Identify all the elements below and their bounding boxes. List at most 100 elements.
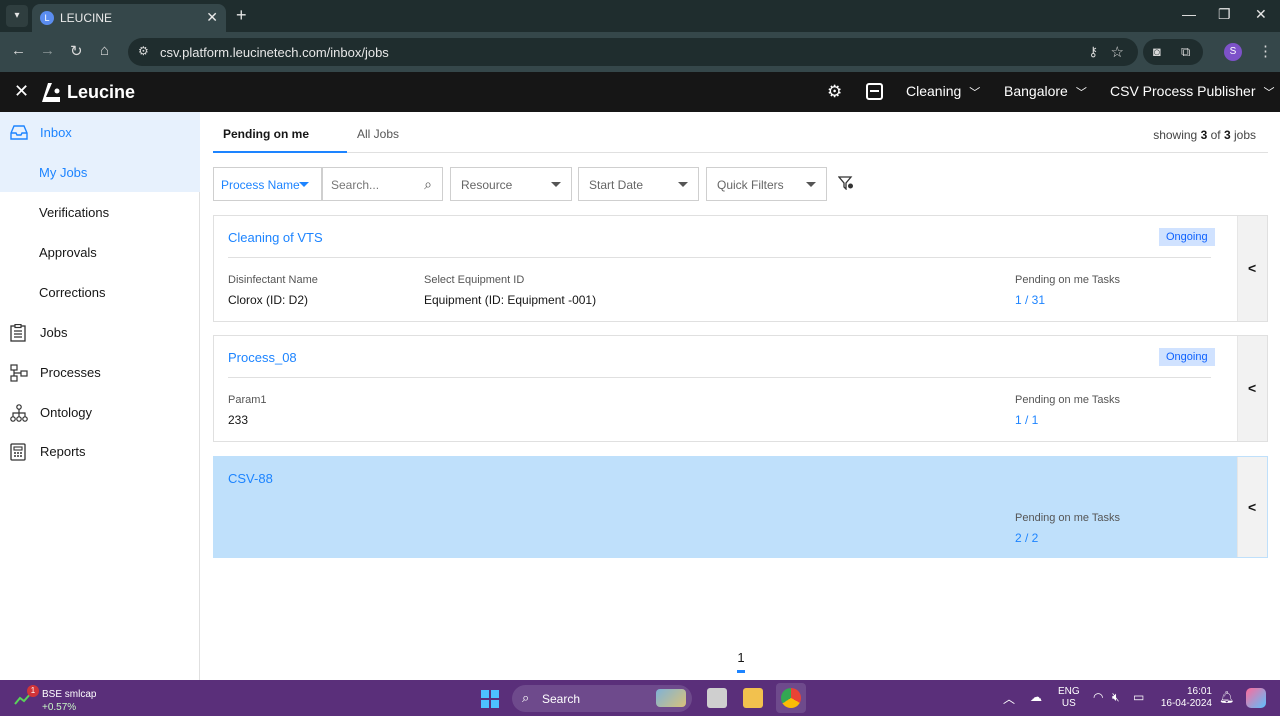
job-name-link[interactable]: Process_08	[228, 350, 297, 365]
sidebar-item-reports[interactable]: Reports	[0, 431, 200, 471]
expand-panel-button[interactable]: <	[1237, 336, 1267, 441]
active-tab-indicator	[213, 151, 347, 153]
sidebar-item-label: My Jobs	[39, 165, 88, 180]
pending-tasks-label: Pending on me Tasks	[1015, 512, 1120, 524]
calculator-report-icon	[10, 443, 28, 461]
sidebar-item-processes[interactable]: Processes	[0, 352, 200, 392]
job-card[interactable]: Cleaning of VTS Ongoing Disinfectant Nam…	[213, 215, 1268, 322]
speaker-muted-icon[interactable]: 🔇︎	[1112, 690, 1120, 705]
pending-tasks-value[interactable]: 1 / 1	[1015, 413, 1038, 427]
parameter-label: Param1	[228, 394, 267, 406]
tab-close-icon[interactable]: ✕	[206, 9, 218, 26]
browser-menu-icon[interactable]: ⋮	[1258, 42, 1273, 60]
job-card-selected[interactable]: CSV-88 Pending on me Tasks 2 / 2 <	[213, 456, 1268, 558]
search-input[interactable]: Search... ⌕	[322, 167, 443, 201]
copilot-icon[interactable]	[1246, 688, 1266, 708]
sidebar-item-approvals[interactable]: Approvals	[0, 232, 200, 272]
close-icon[interactable]: ✕	[14, 81, 29, 102]
card-divider	[228, 377, 1211, 378]
caret-down-icon	[806, 182, 816, 187]
sidebar-item-label: Inbox	[40, 125, 72, 140]
taskbar-search[interactable]: ⌕ Search	[512, 685, 692, 712]
job-card[interactable]: Process_08 Ongoing Param1 233 Pending on…	[213, 335, 1268, 442]
facility-dropdown[interactable]: Bangalore ﹀	[1004, 83, 1087, 100]
parameter-value: 233	[228, 413, 249, 427]
sidebar-item-corrections[interactable]: Corrections	[0, 272, 200, 312]
results-count-of: of	[1210, 128, 1221, 142]
sidebar-item-my-jobs[interactable]: My Jobs	[0, 152, 200, 192]
sidebar-item-ontology[interactable]: Ontology	[0, 392, 200, 432]
input-language[interactable]: ENG US	[1058, 686, 1080, 710]
quick-filters-select[interactable]: Quick Filters	[706, 167, 827, 201]
sidebar-item-verifications[interactable]: Verifications	[0, 192, 200, 232]
notification-count-badge: 1	[27, 685, 39, 697]
tab-pending-on-me[interactable]: Pending on me	[223, 127, 309, 141]
results-count-suffix: jobs	[1233, 128, 1256, 142]
filter-settings-icon[interactable]	[837, 176, 854, 193]
file-explorer-icon[interactable]	[743, 688, 763, 708]
job-name-link[interactable]: CSV-88	[228, 471, 273, 486]
profile-avatar[interactable]: S	[1224, 43, 1242, 61]
chevron-left-icon: <	[1248, 499, 1257, 515]
url-text[interactable]: csv.platform.leucinetech.com/inbox/jobs	[160, 45, 389, 60]
sidebar-item-inbox[interactable]: Inbox	[0, 112, 200, 152]
weather-cloud-icon[interactable]: ☁	[1030, 690, 1042, 704]
hierarchy-icon	[10, 404, 28, 422]
pending-tasks-value[interactable]: 2 / 2	[1015, 531, 1038, 545]
parameter-value: Clorox (ID: D2)	[228, 293, 309, 307]
resource-select[interactable]: Resource	[450, 167, 572, 201]
quick-filters-select-label: Quick Filters	[717, 178, 784, 192]
system-clock[interactable]: 16:01 16-04-2024	[1160, 686, 1212, 710]
reload-icon[interactable]: ↻	[70, 42, 83, 60]
results-count: showing 3 of 3 jobs	[1153, 128, 1256, 142]
restore-icon[interactable]: ❐	[1218, 6, 1231, 23]
windows-start-icon[interactable]	[481, 690, 499, 708]
pagination-page[interactable]: 1	[737, 650, 745, 665]
start-date-select[interactable]: Start Date	[578, 167, 699, 201]
job-name-link[interactable]: Cleaning of VTS	[228, 230, 323, 245]
caret-down-icon	[299, 182, 309, 187]
window-close-icon[interactable]: ✕	[1255, 6, 1267, 23]
address-bar[interactable]: ⚙ csv.platform.leucinetech.com/inbox/job…	[128, 38, 1138, 66]
password-key-icon[interactable]: ⚷	[1088, 44, 1098, 60]
scan-icon[interactable]	[866, 83, 883, 100]
sidebar: Inbox My Jobs Verifications Approvals Co…	[0, 112, 200, 680]
chevron-up-icon[interactable]: ︿	[1003, 690, 1015, 707]
expand-panel-button[interactable]: <	[1237, 216, 1267, 321]
tab-search-icon[interactable]: ▾	[6, 5, 28, 27]
chrome-icon[interactable]	[781, 688, 801, 708]
sidebar-item-label: Processes	[40, 365, 101, 380]
task-view-icon[interactable]	[707, 688, 727, 708]
chevron-left-icon: <	[1248, 380, 1257, 396]
search-icon[interactable]: ⌕	[424, 176, 432, 193]
home-icon[interactable]: ⌂	[100, 42, 109, 59]
notification-bell-icon[interactable]: 🔔︎	[1219, 690, 1234, 704]
usecase-dropdown[interactable]: Cleaning ﹀	[906, 83, 980, 100]
settings-gear-icon[interactable]: ⚙	[827, 82, 842, 102]
search-highlight-image	[656, 689, 686, 707]
browser-tab[interactable]: L LEUCINE ✕	[32, 4, 226, 32]
sidebar-item-label: Approvals	[39, 245, 97, 260]
battery-icon[interactable]: ▭	[1133, 690, 1144, 704]
forward-icon[interactable]: →	[40, 42, 55, 59]
camera-extension-icon[interactable]: ◙	[1153, 44, 1161, 59]
facility-dropdown-label: Bangalore	[1004, 83, 1068, 99]
puzzle-extension-icon[interactable]: ⧉	[1181, 44, 1190, 60]
sidebar-item-jobs[interactable]: Jobs	[0, 312, 200, 352]
bookmark-star-icon[interactable]: ☆	[1111, 43, 1124, 61]
wifi-icon[interactable]: ◠	[1093, 690, 1103, 704]
tab-all-jobs[interactable]: All Jobs	[357, 127, 399, 141]
process-name-select[interactable]: Process Name	[213, 167, 322, 201]
app-logo-text: Leucine	[67, 82, 136, 102]
minimize-icon[interactable]: —	[1182, 6, 1196, 22]
site-info-icon[interactable]: ⚙	[138, 44, 149, 58]
role-dropdown[interactable]: CSV Process Publisher ﹀	[1110, 83, 1275, 100]
pending-tasks-label: Pending on me Tasks	[1015, 274, 1120, 286]
pending-tasks-value[interactable]: 1 / 31	[1015, 293, 1045, 307]
expand-panel-button[interactable]: <	[1237, 457, 1267, 557]
parameter-label: Select Equipment ID	[424, 274, 525, 286]
new-tab-icon[interactable]: +	[236, 5, 247, 26]
back-icon[interactable]: ←	[11, 42, 26, 59]
sidebar-item-label: Ontology	[40, 405, 93, 420]
keyboard-layout: US	[1061, 698, 1076, 709]
